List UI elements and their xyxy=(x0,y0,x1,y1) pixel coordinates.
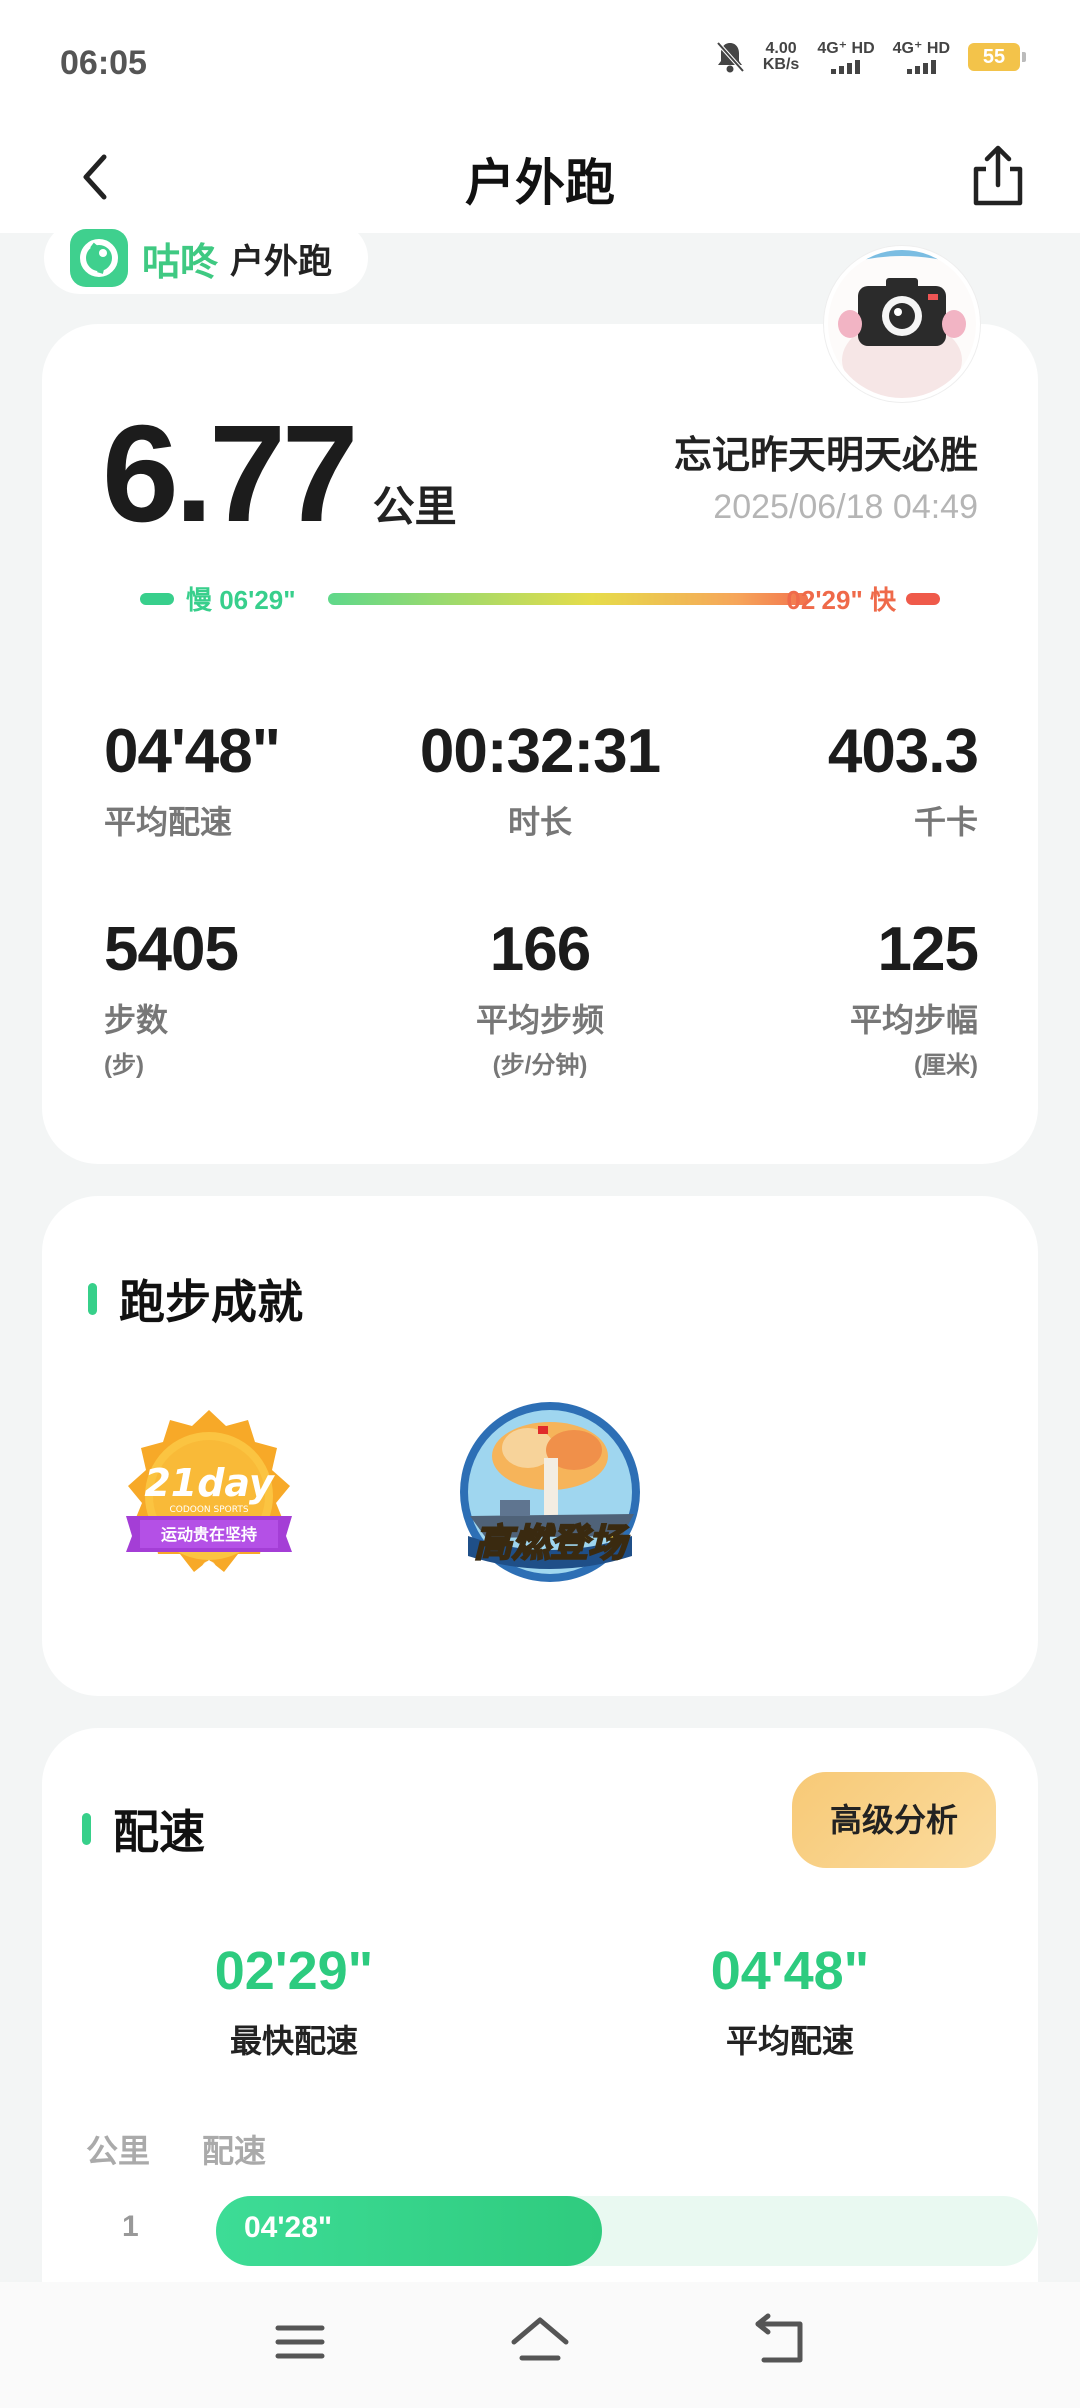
pace-range-bar: 慢 06'29" 02'29" 快 xyxy=(98,578,982,618)
split-row: 1 04'28" xyxy=(82,2196,1038,2266)
column-header-km: 公里 xyxy=(86,2133,151,2169)
split-pace: 04'28" xyxy=(244,2211,333,2244)
svg-text:运动贵在坚持: 运动贵在坚持 xyxy=(161,1525,257,1544)
svg-text:CODOON SPORTS: CODOON SPORTS xyxy=(169,1505,248,1515)
column-header-pace: 配速 xyxy=(202,2133,267,2169)
signal-sim2: 4G⁺ HD xyxy=(893,40,950,74)
stat-steps: 5405 步数 (步) xyxy=(104,915,239,1079)
run-date: 2025/06/18 04:49 xyxy=(713,488,978,526)
brand-name: 咕咚 xyxy=(142,241,219,284)
signal-bars-icon xyxy=(906,58,936,74)
home-icon xyxy=(511,2317,569,2361)
badge-gaoran-icon[interactable]: 高燃登场 xyxy=(450,1396,640,1586)
battery-icon: 55 xyxy=(968,43,1026,71)
run-summary-card: 6.77 公里 忘记昨天明天必胜 2025/06/18 04:49 慢 06'2… xyxy=(42,324,1038,1164)
fast-pace-label: 02'29" 快 xyxy=(786,585,896,615)
average-pace: 04'48" 平均配速 xyxy=(710,1941,870,2059)
pace-gradient xyxy=(328,593,808,605)
distance: 6.77 公里 xyxy=(102,397,457,551)
bell-muted-icon xyxy=(715,40,745,74)
distance-value: 6.77 xyxy=(102,397,359,551)
distance-unit: 公里 xyxy=(372,483,457,530)
badge-21day-icon[interactable]: 21day CODOON SPORTS 运动贵在坚持 xyxy=(114,1404,304,1594)
system-nav-bar xyxy=(0,2282,1080,2408)
fast-marker xyxy=(906,593,940,605)
stat-calories: 403.3 千卡 xyxy=(827,717,979,840)
fastest-pace: 02'29" 最快配速 xyxy=(214,1941,374,2059)
svg-text:21day: 21day xyxy=(144,1461,276,1505)
advanced-analysis-button[interactable]: 高级分析 xyxy=(792,1772,996,1868)
brand-tag: 咕咚 户外跑 xyxy=(44,222,368,294)
pace-title: 配速 xyxy=(82,1796,205,1862)
signal-bars-icon xyxy=(831,58,861,74)
stat-avg-pace: 04'48" 平均配速 xyxy=(104,717,281,840)
back-nav-button[interactable] xyxy=(750,2312,810,2372)
status-icons: 4.00 KB/s 4G⁺ HD 4G⁺ HD 55 xyxy=(715,40,1026,74)
top-app-bar: 户外跑 xyxy=(0,125,1080,233)
svg-text:高燃登场: 高燃登场 xyxy=(474,1520,630,1565)
achievements-title: 跑步成就 xyxy=(88,1266,303,1332)
stat-stride: 125 平均步幅 (厘米) xyxy=(849,915,979,1079)
stat-cadence: 166 平均步频 (步/分钟) xyxy=(475,915,604,1079)
avatar[interactable] xyxy=(824,246,980,402)
signal-sim1: 4G⁺ HD xyxy=(817,40,875,74)
achievements-card: 跑步成就 21day CODOON SPORTS 运动贵在坚持 高燃登场 xyxy=(42,1196,1038,1696)
brand-sport-type: 户外跑 xyxy=(230,242,333,281)
stat-duration: 00:32:31 时长 xyxy=(419,717,661,840)
status-time: 06:05 xyxy=(60,44,147,82)
share-button[interactable] xyxy=(968,141,1028,211)
slow-pace-label: 慢 06'29" xyxy=(186,585,296,615)
split-km: 1 xyxy=(122,2210,139,2243)
status-bar: 06:05 4.00 KB/s 4G⁺ HD 4G⁺ HD 55 xyxy=(0,0,1080,125)
split-bar-track: 04'28" xyxy=(216,2196,1038,2266)
user-name: 忘记昨天明天必胜 xyxy=(673,435,978,477)
back-icon xyxy=(755,2313,803,2363)
slow-marker xyxy=(140,593,174,605)
camera-avatar-icon xyxy=(828,250,976,398)
codoon-logo-icon xyxy=(70,229,128,287)
menu-icon xyxy=(275,2325,325,2359)
home-button[interactable] xyxy=(510,2312,570,2372)
share-icon xyxy=(973,145,1023,206)
page-title: 户外跑 xyxy=(465,155,615,211)
menu-button[interactable] xyxy=(270,2312,330,2372)
network-speed: 4.00 KB/s xyxy=(762,40,800,73)
